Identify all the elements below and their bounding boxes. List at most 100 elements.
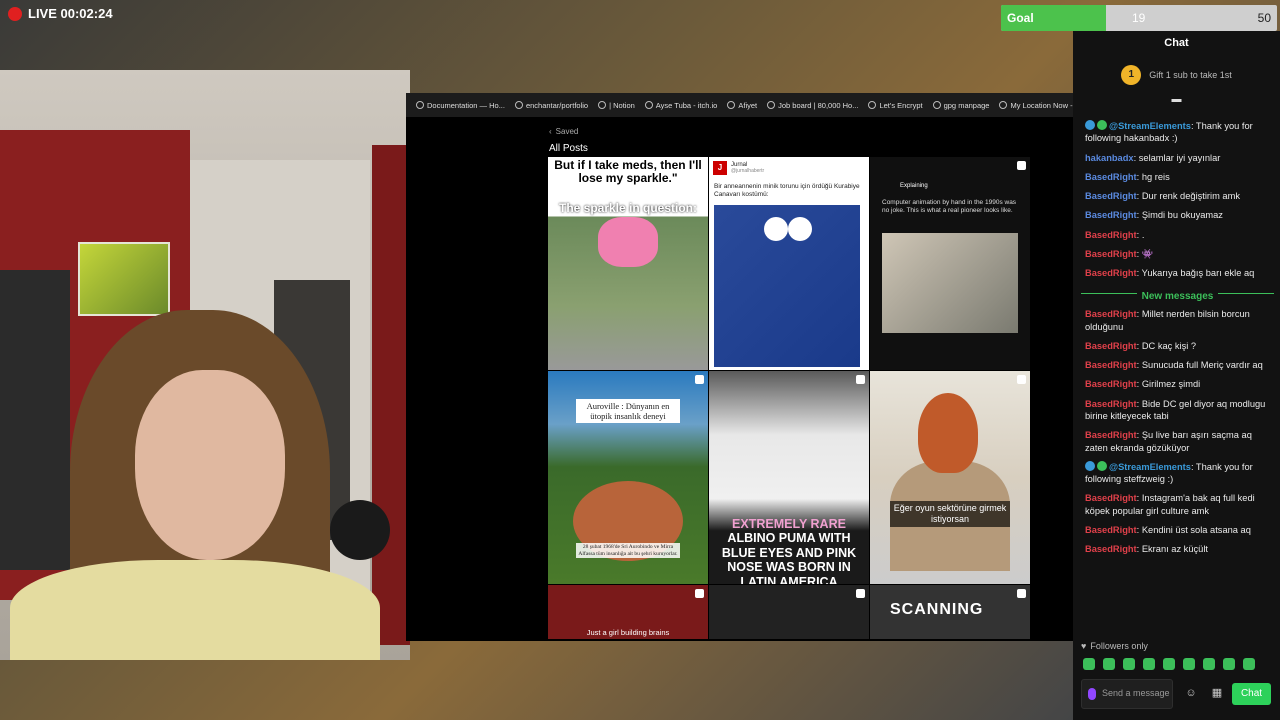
chat-username[interactable]: @StreamElements: [1109, 462, 1191, 472]
post-tile[interactable]: Eğer oyun sektörüne girmek istiyorsan: [870, 371, 1030, 584]
emote-icon[interactable]: [1203, 658, 1215, 670]
chat-username[interactable]: BasedRight: [1085, 341, 1137, 351]
grid-icon[interactable]: ▦: [1211, 687, 1223, 699]
bookmark-label: enchantar/portfolio: [525, 100, 589, 110]
post-tile[interactable]: EXTREMELY RARE ALBINO PUMA WITH BLUE EYE…: [709, 371, 869, 584]
chat-text: : Sunucuda full Meriç vardır aq: [1136, 360, 1263, 371]
bookmarks-bar: Documentation — Ho... enchantar/portfolio…: [406, 93, 1074, 117]
chat-message: @StreamElements: Thank you for following…: [1085, 120, 1270, 145]
chat-text: : selamlar iyi yayınlar: [1133, 152, 1221, 163]
post-text: Computer animation by hand in the 1990s …: [882, 199, 1017, 215]
chat-username[interactable]: BasedRight: [1085, 399, 1137, 409]
chat-text: : DC kaç kişi ?: [1136, 340, 1197, 351]
post-tile[interactable]: SCANNING: [870, 585, 1030, 639]
chat-input[interactable]: Send a message: [1081, 679, 1173, 709]
chat-username[interactable]: BasedRight: [1085, 172, 1137, 182]
bookmark-label: gpg manpage: [943, 100, 990, 110]
chat-text: : 👾: [1136, 248, 1154, 259]
emote-icon[interactable]: [1243, 658, 1255, 670]
chat-message: BasedRight: Bide DC gel diyor aq modlugu…: [1085, 398, 1270, 423]
chat-message: BasedRight: Yukarıya bağış barı ekle aq: [1085, 267, 1270, 279]
bookmark-item[interactable]: Documentation — Ho...: [416, 101, 505, 110]
chat-message: BasedRight: Dur renk değiştirim amk: [1085, 190, 1270, 202]
post-header: J Jurnal @jurnalhabertr: [713, 161, 764, 175]
emote-icon[interactable]: [1163, 658, 1175, 670]
post-tile[interactable]: J Jurnal @jurnalhabertr Bir anneannenin …: [709, 157, 869, 370]
emote-icon[interactable]: [1183, 658, 1195, 670]
bookmark-item[interactable]: gpg manpage: [932, 100, 990, 110]
mic-icon[interactable]: [1088, 688, 1096, 700]
carousel-icon: [695, 375, 704, 384]
carousel-icon: [1017, 375, 1026, 384]
post-tile[interactable]: Just a girl building brains: [548, 585, 708, 639]
chat-text: : hg reis: [1136, 171, 1170, 182]
webcam-feed: [0, 70, 410, 660]
chat-username[interactable]: BasedRight: [1085, 230, 1137, 240]
chat-message: hakanbadx: selamlar iyi yayınlar: [1085, 152, 1270, 164]
chat-input-placeholder: Send a message: [1102, 688, 1170, 699]
chat-username[interactable]: BasedRight: [1085, 379, 1137, 389]
bookmark-label: Documentation — Ho...: [427, 100, 505, 110]
bookmark-item[interactable]: Let's Encrypt: [868, 100, 923, 110]
chat-text: : Şimdi bu okuyamaz: [1136, 210, 1223, 221]
goal-current: 19: [1132, 11, 1146, 25]
bookmark-item[interactable]: Job board | 80,000 Ho...: [767, 101, 858, 110]
video-icon: [1017, 161, 1026, 170]
chat-username[interactable]: @StreamElements: [1109, 121, 1191, 131]
globe-icon: [767, 101, 776, 109]
verified-icon: [1097, 460, 1107, 471]
chat-username[interactable]: BasedRight: [1085, 544, 1137, 554]
bookmark-label: Ayse Tuba - itch.io: [655, 100, 718, 110]
page-title: All Posts: [549, 143, 588, 154]
chat-message: BasedRight: 👾: [1085, 248, 1270, 260]
bookmark-item[interactable]: My Location Now - W...: [999, 101, 1074, 110]
bookmark-label: My Location Now - W...: [1010, 100, 1074, 110]
gift-banner[interactable]: 1 Gift 1 sub to take 1st: [1073, 55, 1280, 95]
globe-icon: [416, 101, 424, 109]
chat-username[interactable]: BasedRight: [1085, 309, 1137, 319]
browser-window: Documentation — Ho... enchantar/portfolio…: [406, 93, 1074, 641]
bookmark-item[interactable]: enchantar/portfolio: [514, 100, 589, 110]
live-indicator: LIVE 00:02:24: [8, 6, 113, 21]
right-wall: [372, 145, 410, 645]
chat-send-button[interactable]: Chat: [1232, 683, 1271, 705]
emote-icon[interactable]: [1123, 658, 1135, 670]
bookmark-item[interactable]: | Notion: [598, 101, 635, 110]
post-image: [714, 205, 860, 367]
back-to-saved[interactable]: ‹ Saved: [549, 127, 578, 136]
post-caption: 28 şubat 1968'de Sri Aurobindo ve Mirra …: [576, 543, 680, 559]
chat-username[interactable]: BasedRight: [1085, 360, 1137, 370]
bookmark-label: Afiyet: [738, 100, 758, 110]
emote-icon[interactable]: [1143, 658, 1155, 670]
collapse-icon[interactable]: ▬: [1073, 95, 1280, 109]
globe-icon: [598, 101, 607, 109]
caption-rest: ALBINO PUMA WITH BLUE EYES AND PINK NOSE…: [721, 531, 857, 584]
post-tile[interactable]: Auroville : Dünyanın en ütopik insanlık …: [548, 371, 708, 584]
post-tile[interactable]: Explaining Computer animation by hand in…: [870, 157, 1030, 370]
video-icon: [695, 589, 704, 598]
chat-message: BasedRight: .: [1085, 229, 1270, 241]
emote-icon[interactable]: [1083, 658, 1095, 670]
chat-username[interactable]: BasedRight: [1085, 525, 1137, 535]
chat-username[interactable]: BasedRight: [1085, 191, 1137, 201]
emoji-icon[interactable]: ☺: [1185, 687, 1197, 699]
emote-icon[interactable]: [1103, 658, 1115, 670]
chat-username[interactable]: BasedRight: [1085, 493, 1137, 503]
chat-username[interactable]: BasedRight: [1085, 210, 1137, 220]
goal-bar: Goal 19 50: [1001, 5, 1277, 31]
chat-username[interactable]: BasedRight: [1085, 430, 1137, 440]
chat-username[interactable]: BasedRight: [1085, 268, 1137, 278]
chat-username[interactable]: BasedRight: [1085, 249, 1137, 259]
new-messages-divider: New messages: [1081, 286, 1274, 303]
globe-icon: [932, 101, 941, 109]
bookmark-item[interactable]: Afiyet: [727, 101, 757, 110]
post-tile[interactable]: [709, 585, 869, 639]
bookmark-label: Let's Encrypt: [879, 100, 923, 110]
chat-username[interactable]: hakanbadx: [1085, 153, 1134, 163]
post-text: Bir anneannenin minik torunu için ördüğü…: [714, 183, 860, 198]
post-caption: Eğer oyun sektörüne girmek istiyorsan: [890, 501, 1010, 527]
chat-message: @StreamElements: Thank you for following…: [1085, 460, 1270, 486]
bookmark-item[interactable]: Ayse Tuba - itch.io: [644, 100, 718, 110]
emote-icon[interactable]: [1223, 658, 1235, 670]
post-tile[interactable]: But if I take meds, then I'll lose my sp…: [548, 157, 708, 370]
